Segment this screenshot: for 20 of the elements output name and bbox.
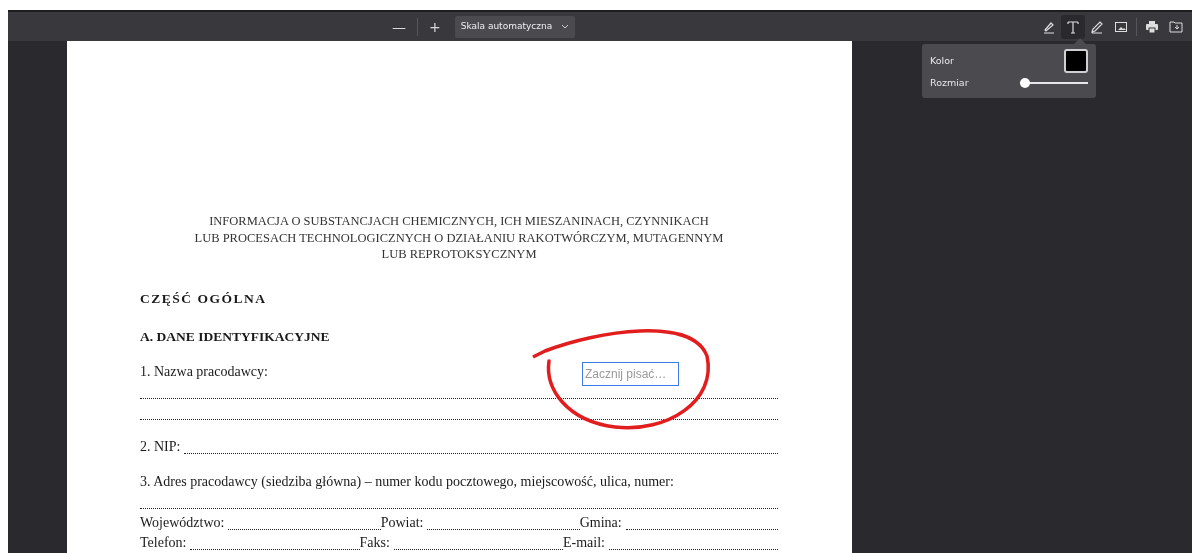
field-label: E-mail:	[562, 534, 606, 552]
field-label: Powiat:	[380, 513, 425, 532]
size-label: Rozmiar	[930, 75, 969, 90]
field-label: Województwo:	[140, 513, 226, 532]
document-title: LUB REPROTOKSYCZNYM	[380, 246, 538, 263]
field-label: 2. NIP:	[140, 438, 182, 456]
part-heading: CZĘŚĆ OGÓLNA	[140, 289, 268, 308]
text-input-box[interactable]: Zacznij pisać…	[582, 362, 679, 386]
zoom-out-button[interactable]: —	[388, 14, 410, 39]
zoom-in-button[interactable]: +	[425, 14, 445, 39]
field-label: Telefon:	[140, 534, 188, 552]
document-title: LUB PROCESACH TECHNOLOGICZNYCH O DZIAŁANIU RAKOTWÓRCZYM, MUTAGENNYM	[193, 229, 725, 246]
color-label: Kolor	[930, 53, 954, 68]
section-heading: A. DANE IDENTYFIKACYJNE	[140, 327, 331, 346]
field-label: Faks:	[359, 534, 391, 552]
field-label: Gmina:	[579, 513, 623, 532]
field-label: 1. Nazwa pracodawcy:	[140, 362, 269, 381]
field-label: 3. Adres pracodawcy (siedziba główna) – numer kodu pocztowego, miejscowość, ulica, numer:	[140, 472, 675, 491]
scale-dropdown[interactable]: Skala automatyczna	[454, 15, 575, 38]
document-title: INFORMACJA O SUBSTANCJACH CHEMICZNYCH, ICH MIESZANINACH, CZYNNIKACH	[208, 213, 710, 230]
